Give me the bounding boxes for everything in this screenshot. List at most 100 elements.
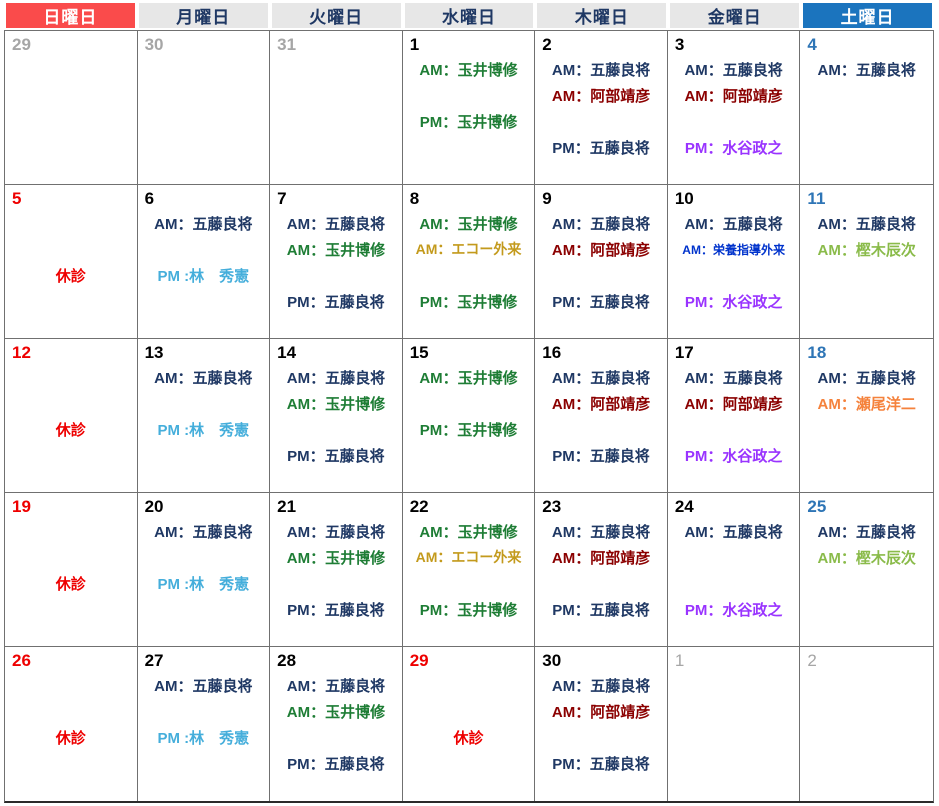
schedule-entry: PM：五藤良将 xyxy=(270,442,402,468)
schedule-entry: PM：五藤良将 xyxy=(535,596,667,622)
day-cell-13: 13AM：五藤良将PM :林 秀憲 xyxy=(138,339,271,493)
day-cell-5: 5 休診 xyxy=(5,185,138,339)
day-cell-31-prev: 31 xyxy=(270,31,403,185)
blank-line xyxy=(138,134,270,160)
blank-line xyxy=(800,134,933,160)
day-cell-17: 17AM：五藤良将AM：阿部靖彦PM：水谷政之 xyxy=(668,339,801,493)
blank-line xyxy=(270,108,402,134)
day-number: 2 xyxy=(535,33,667,56)
schedule-entry: AM：阿部靖彦 xyxy=(535,82,667,108)
blank-line xyxy=(270,416,402,442)
day-cell-30: 30AM：五藤良将AM：阿部靖彦PM：五藤良将 xyxy=(535,647,668,801)
blank-line xyxy=(138,82,270,108)
day-cell-8: 8AM：玉井博修AM：エコー外来PM：玉井博修 xyxy=(403,185,536,339)
schedule-entry: PM：水谷政之 xyxy=(668,288,800,314)
day-cell-11: 11AM：五藤良将AM：樫木辰次 xyxy=(800,185,933,339)
blank-line xyxy=(800,570,933,596)
schedule-entry: AM：五藤良将 xyxy=(535,210,667,236)
day-cell-3: 3AM：五藤良将AM：阿部靖彦PM：水谷政之 xyxy=(668,31,801,185)
schedule-entry: AM：五藤良将 xyxy=(270,364,402,390)
schedule-entry: AM：五藤良将 xyxy=(138,672,270,698)
schedule-entry: AM：玉井博修 xyxy=(270,544,402,570)
blank-line xyxy=(403,442,535,468)
day-cell-10: 10AM：五藤良将AM：栄養指導外来PM：水谷政之 xyxy=(668,185,801,339)
day-number: 28 xyxy=(270,649,402,672)
schedule-entry: PM：玉井博修 xyxy=(403,108,535,134)
day-number: 1 xyxy=(403,33,535,56)
blank-line xyxy=(138,390,270,416)
day-number: 12 xyxy=(5,341,137,364)
closed-notice: 休診 xyxy=(403,724,535,750)
day-cell-4: 4AM：五藤良将 xyxy=(800,31,933,185)
schedule-entry: PM：五藤良将 xyxy=(535,442,667,468)
schedule-entry: AM：五藤良将 xyxy=(270,518,402,544)
schedule-entry: AM：阿部靖彦 xyxy=(668,390,800,416)
day-number: 31 xyxy=(270,33,402,56)
schedule-entry: AM：五藤良将 xyxy=(138,364,270,390)
blank-line xyxy=(535,416,667,442)
schedule-entry: AM：阿部靖彦 xyxy=(535,390,667,416)
closed-notice: 休診 xyxy=(5,724,137,750)
blank-line xyxy=(535,724,667,750)
blank-line xyxy=(270,134,402,160)
schedule-entry: PM：五藤良将 xyxy=(270,750,402,776)
blank-line xyxy=(270,724,402,750)
day-number: 5 xyxy=(5,187,137,210)
day-number: 29 xyxy=(403,649,535,672)
closed-notice: 休診 xyxy=(5,570,137,596)
blank-line xyxy=(800,672,933,698)
blank-line xyxy=(800,416,933,442)
schedule-entry: PM：五藤良将 xyxy=(270,288,402,314)
blank-line xyxy=(800,442,933,468)
day-cell-24: 24AM：五藤良将PM：水谷政之 xyxy=(668,493,801,647)
blank-line xyxy=(403,134,535,160)
weekday-header-wednesday: 水曜日 xyxy=(405,3,534,28)
day-number: 29 xyxy=(5,33,137,56)
day-cell-15: 15AM：玉井博修PM：玉井博修 xyxy=(403,339,536,493)
day-number: 11 xyxy=(800,187,933,210)
schedule-entry: AM：五藤良将 xyxy=(270,210,402,236)
schedule-entry: AM：五藤良将 xyxy=(800,364,933,390)
day-cell-2-next: 2 xyxy=(800,647,933,801)
day-number: 30 xyxy=(535,649,667,672)
day-cell-25: 25AM：五藤良将AM：樫木辰次 xyxy=(800,493,933,647)
schedule-entry: AM：玉井博修 xyxy=(403,56,535,82)
day-number: 4 xyxy=(800,33,933,56)
blank-line xyxy=(668,108,800,134)
day-number: 30 xyxy=(138,33,270,56)
day-cell-6: 6AM：五藤良将PM :林 秀憲 xyxy=(138,185,271,339)
day-cell-23: 23AM：五藤良将AM：阿部靖彦PM：五藤良将 xyxy=(535,493,668,647)
blank-line xyxy=(800,82,933,108)
blank-line xyxy=(138,544,270,570)
schedule-entry: AM：五藤良将 xyxy=(800,56,933,82)
schedule-entry: AM：五藤良将 xyxy=(800,210,933,236)
closed-notice: 休診 xyxy=(5,262,137,288)
day-cell-20: 20AM：五藤良将PM :林 秀憲 xyxy=(138,493,271,647)
schedule-entry: AM：エコー外来 xyxy=(403,544,535,570)
day-cell-29-prev: 29 xyxy=(5,31,138,185)
blank-line xyxy=(403,390,535,416)
day-cell-14: 14AM：五藤良将AM：玉井博修PM：五藤良将 xyxy=(270,339,403,493)
schedule-entry: AM：阿部靖彦 xyxy=(535,698,667,724)
day-cell-9: 9AM：五藤良将AM：阿部靖彦PM：五藤良将 xyxy=(535,185,668,339)
schedule-entry: AM：阿部靖彦 xyxy=(535,544,667,570)
schedule-entry: PM：玉井博修 xyxy=(403,288,535,314)
blank-line xyxy=(403,570,535,596)
schedule-entry: AM：阿部靖彦 xyxy=(535,236,667,262)
day-cell-27: 27AM：五藤良将PM :林 秀憲 xyxy=(138,647,271,801)
weekday-header-thursday: 木曜日 xyxy=(537,3,666,28)
weekday-header-saturday: 土曜日 xyxy=(803,3,932,28)
schedule-entry: AM：玉井博修 xyxy=(403,210,535,236)
day-cell-1: 1AM：玉井博修 PM：玉井博修 xyxy=(403,31,536,185)
day-number: 24 xyxy=(668,495,800,518)
schedule-entry: AM：阿部靖彦 xyxy=(668,82,800,108)
blank-line xyxy=(138,750,270,776)
blank-line xyxy=(5,390,137,416)
schedule-entry: AM：五藤良将 xyxy=(535,672,667,698)
schedule-entry: AM：玉井博修 xyxy=(270,236,402,262)
blank-line xyxy=(800,698,933,724)
blank-line xyxy=(270,570,402,596)
day-number: 27 xyxy=(138,649,270,672)
day-cell-7: 7AM：五藤良将AM：玉井博修PM：五藤良将 xyxy=(270,185,403,339)
day-number: 17 xyxy=(668,341,800,364)
